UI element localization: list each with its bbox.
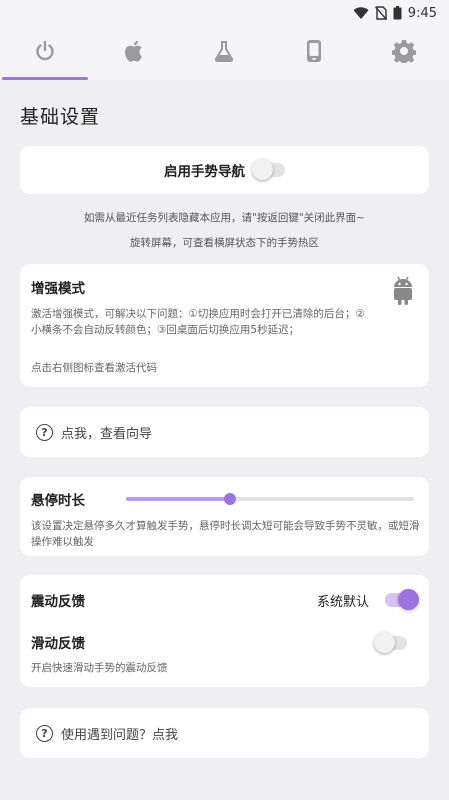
slider-fill xyxy=(126,497,230,501)
settings-page: 基础设置 启用手势导航 如需从最近任务列表隐藏本应用，请"按返回键"关闭此界面~… xyxy=(0,80,449,800)
tab-device[interactable] xyxy=(269,26,359,80)
hover-duration-title: 悬停时长 xyxy=(31,493,85,509)
no-sim-icon xyxy=(374,6,387,20)
tab-power[interactable] xyxy=(0,26,90,80)
flask-icon xyxy=(213,40,235,66)
enhanced-mode-footer: 点击右侧图标查看激活代码 xyxy=(31,362,157,374)
tab-apple[interactable] xyxy=(90,26,180,80)
hover-duration-description: 该设置决定悬停多久才算触发手势，悬停时长调太短可能会导致手势不灵敏，或短滑操作难… xyxy=(31,520,420,548)
status-bar: 9:45 xyxy=(0,0,449,26)
status-time: 9:45 xyxy=(407,5,437,21)
hint-rotate-screen: 旋转屏幕，可查看横屏状态下的手势热区 xyxy=(130,237,319,249)
gesture-nav-toggle[interactable] xyxy=(252,159,285,180)
slide-feedback-toggle[interactable] xyxy=(374,632,407,653)
gear-icon xyxy=(391,39,417,67)
guide-label: 点我，查看向导 xyxy=(61,426,153,442)
hint-recent-tasks: 如需从最近任务列表隐藏本应用，请"按返回键"关闭此界面~ xyxy=(84,212,365,224)
hover-duration-card: 悬停时长 该设置决定悬停多久才算触发手势，悬停时长调太短可能会导致手势不灵敏，或… xyxy=(20,477,429,556)
android-icon[interactable] xyxy=(392,276,414,310)
problem-card[interactable]: ? 使用遇到问题？点我 xyxy=(20,708,429,758)
slide-feedback-title: 滑动反馈 xyxy=(31,636,85,652)
enhanced-mode-description: 激活增强模式，可解决以下问题：①切换应用时会打开已清除的后台；②小横条不会自动反… xyxy=(31,308,365,336)
battery-icon xyxy=(393,6,402,20)
tab-bar xyxy=(0,26,449,80)
apple-icon xyxy=(124,39,146,67)
power-icon xyxy=(34,40,56,66)
question-icon: ? xyxy=(36,423,53,441)
tab-settings[interactable] xyxy=(359,26,449,80)
wifi-icon xyxy=(353,6,369,20)
tab-lab[interactable] xyxy=(180,26,270,80)
gesture-nav-label: 启用手势导航 xyxy=(164,164,245,180)
problem-label: 使用遇到问题？点我 xyxy=(61,727,179,743)
slide-feedback-description: 开启快速滑动手势的震动反馈 xyxy=(31,662,168,674)
gesture-nav-card[interactable]: 启用手势导航 xyxy=(20,146,429,194)
feedback-card: 震动反馈 系统默认 滑动反馈 开启快速滑动手势的震动反馈 xyxy=(20,575,429,687)
vibration-feedback-title: 震动反馈 xyxy=(31,594,85,610)
enhanced-mode-title: 增强模式 xyxy=(31,281,85,297)
question-icon: ? xyxy=(36,724,53,742)
phone-icon xyxy=(305,39,323,67)
hover-duration-slider[interactable] xyxy=(126,493,414,505)
enhanced-mode-card: 增强模式 激活增强模式，可解决以下问题：①切换应用时会打开已清除的后台；②小横条… xyxy=(20,264,429,387)
page-title: 基础设置 xyxy=(20,106,101,128)
vibration-feedback-value[interactable]: 系统默认 xyxy=(317,591,369,610)
guide-card[interactable]: ? 点我，查看向导 xyxy=(20,407,429,457)
vibration-feedback-toggle[interactable] xyxy=(385,589,419,610)
slider-thumb[interactable] xyxy=(223,493,236,505)
